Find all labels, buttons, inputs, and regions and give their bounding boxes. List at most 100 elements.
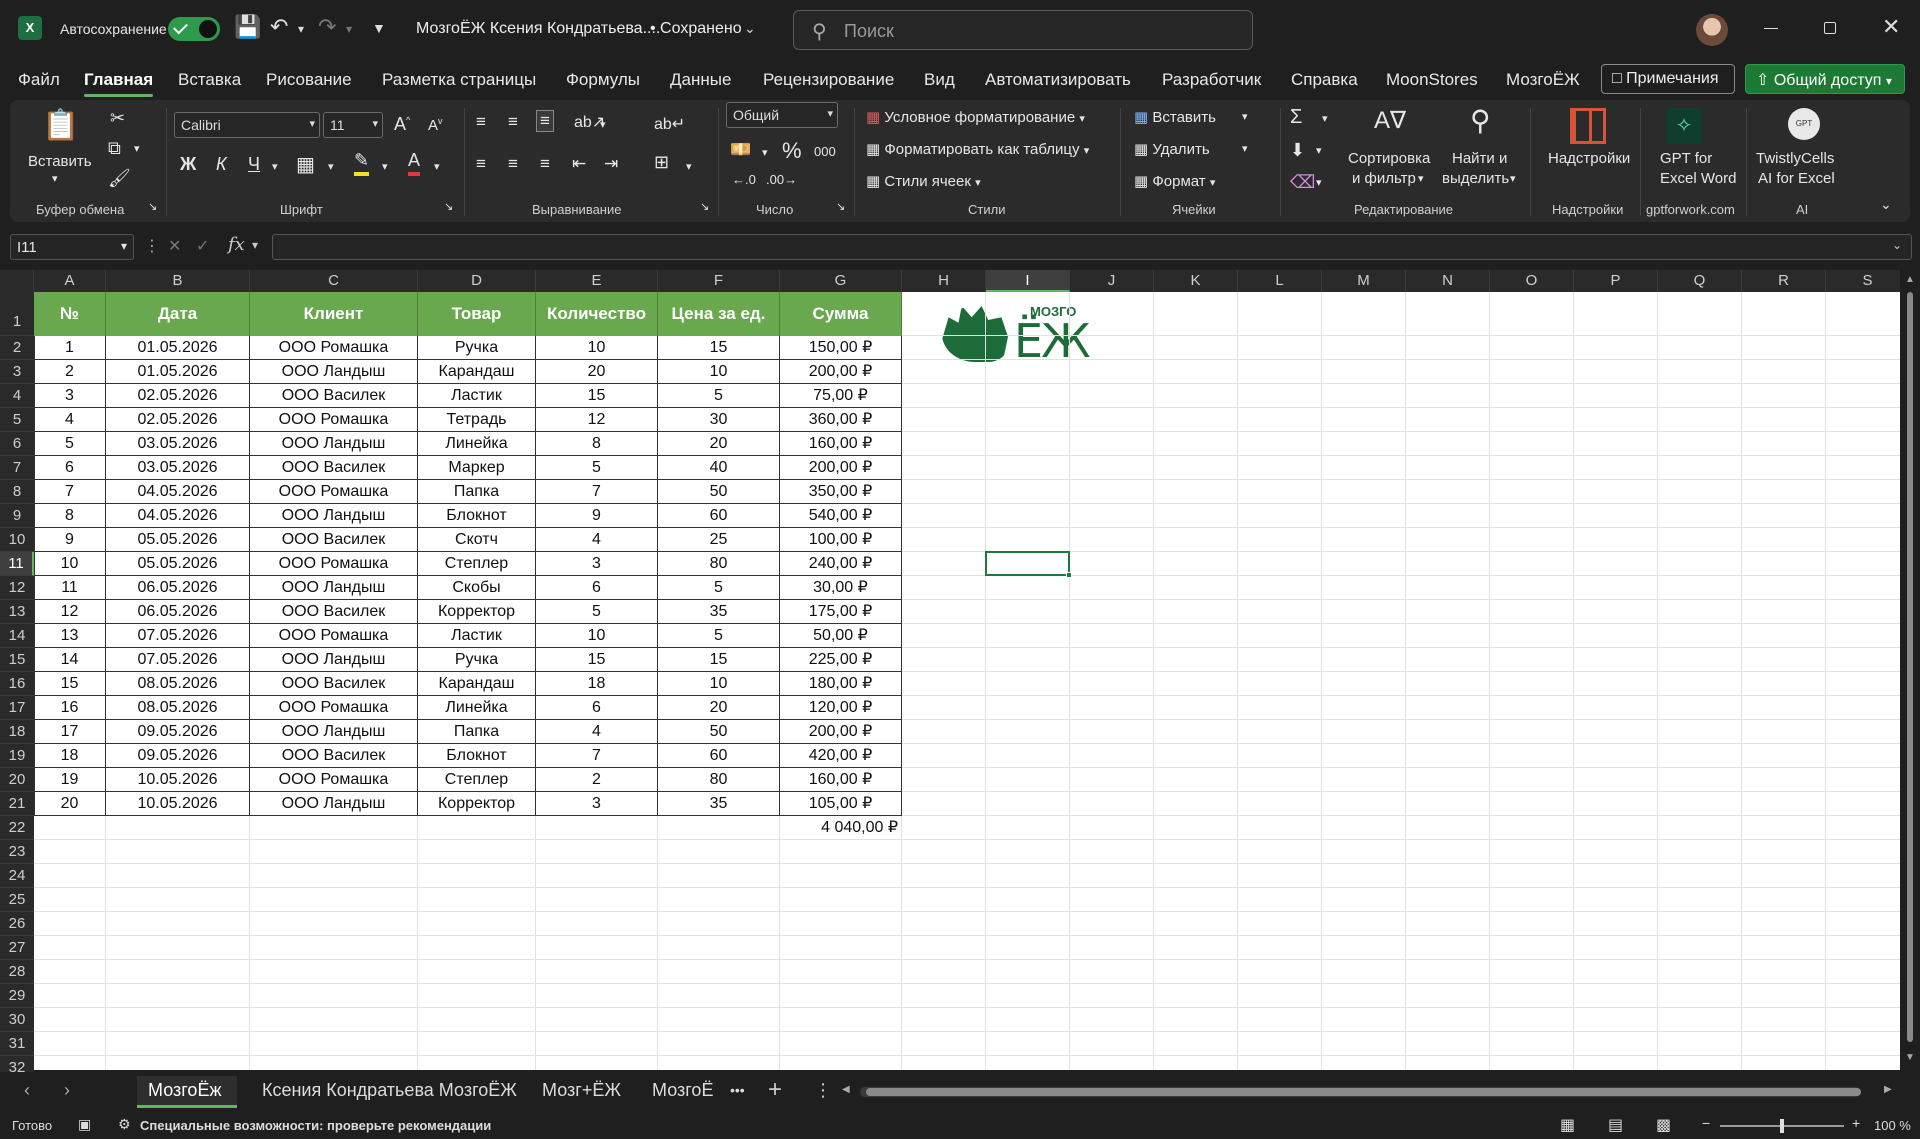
formula-input[interactable] [272, 234, 1912, 260]
addins-icon[interactable] [1570, 108, 1606, 144]
table-cell[interactable]: 09.05.2026 [106, 744, 250, 768]
table-cell[interactable]: 6 [536, 696, 658, 720]
table-cell[interactable]: 15 [658, 648, 780, 672]
table-cell[interactable]: 200,00 ₽ [780, 720, 902, 744]
thousands-button[interactable]: 000 [814, 144, 836, 159]
decrease-font-icon[interactable]: Av [428, 116, 443, 134]
format-painter-icon[interactable]: 🖌 [108, 168, 131, 189]
table-cell[interactable]: 15 [536, 384, 658, 408]
row-header[interactable]: 1 [0, 292, 34, 336]
table-cell[interactable]: 6 [34, 456, 106, 480]
vertical-scrollbar[interactable]: ▲ ▼ [1900, 270, 1920, 1070]
insert-dropdown-icon[interactable]: ▾ [1242, 110, 1248, 123]
zoom-out-icon[interactable]: − [1702, 1115, 1710, 1131]
table-cell[interactable]: Маркер [418, 456, 536, 480]
horizontal-scroll-thumb[interactable] [866, 1088, 1861, 1096]
font-color-dropdown-icon[interactable]: ▾ [434, 160, 440, 173]
table-header-cell[interactable]: № [34, 292, 106, 336]
table-cell[interactable]: 4 [536, 720, 658, 744]
table-cell[interactable]: ООО Ромашка [250, 696, 418, 720]
row-header[interactable]: 12 [0, 576, 34, 600]
expand-formula-icon[interactable]: ⌄ [1892, 238, 1902, 252]
table-cell[interactable]: 19 [34, 768, 106, 792]
column-header-h[interactable]: H [902, 270, 986, 292]
row-header[interactable]: 14 [0, 624, 34, 648]
zoom-slider-thumb[interactable] [1780, 1119, 1784, 1133]
table-cell[interactable]: ООО Ромашка [250, 624, 418, 648]
macro-record-icon[interactable]: ▣ [78, 1116, 91, 1133]
find-label-1[interactable]: Найти и [1452, 150, 1507, 167]
row-header[interactable]: 9 [0, 504, 34, 528]
fill-color-icon[interactable]: ✎ [354, 150, 370, 176]
table-cell[interactable]: 350,00 ₽ [780, 480, 902, 504]
table-cell[interactable]: 03.05.2026 [106, 456, 250, 480]
table-cell[interactable]: 04.05.2026 [106, 480, 250, 504]
menu-moonstores[interactable]: MoonStores [1386, 70, 1478, 90]
sort-dropdown-icon[interactable]: ▾ [1418, 172, 1424, 185]
column-header-m[interactable]: M [1322, 270, 1406, 292]
align-left-icon[interactable]: ≡ [476, 154, 486, 174]
menu-automate[interactable]: Автоматизировать [985, 70, 1131, 90]
customize-toolbar-icon[interactable]: ▼ [372, 20, 386, 36]
table-cell[interactable]: ООО Ландыш [250, 576, 418, 600]
clipboard-launcher-icon[interactable]: ↘ [148, 200, 157, 213]
table-cell[interactable]: 5 [34, 432, 106, 456]
table-cell[interactable]: 50,00 ₽ [780, 624, 902, 648]
sort-filter-label-1[interactable]: Сортировка [1348, 150, 1430, 167]
page-break-view-icon[interactable]: ▩ [1656, 1115, 1671, 1135]
next-sheet-icon[interactable]: › [64, 1080, 70, 1101]
table-cell[interactable]: ООО Василек [250, 456, 418, 480]
font-launcher-icon[interactable]: ↘ [444, 200, 453, 213]
undo-dropdown-icon[interactable]: ▾ [298, 22, 304, 36]
accessibility-status[interactable]: Специальные возможности: проверьте реком… [140, 1118, 491, 1133]
row-header[interactable]: 27 [0, 936, 34, 960]
table-cell[interactable]: Блокнот [418, 744, 536, 768]
table-cell[interactable]: ООО Ландыш [250, 720, 418, 744]
column-header-e[interactable]: E [536, 270, 658, 292]
row-header[interactable]: 18 [0, 720, 34, 744]
table-cell[interactable]: 225,00 ₽ [780, 648, 902, 672]
decrease-decimal-icon[interactable]: .00→ [766, 172, 797, 187]
table-cell[interactable]: 6 [536, 576, 658, 600]
table-cell[interactable]: ООО Ландыш [250, 792, 418, 816]
menu-insert[interactable]: Вставка [178, 70, 241, 90]
scroll-up-icon[interactable]: ▲ [1905, 274, 1915, 285]
avatar[interactable] [1696, 14, 1728, 46]
percent-button[interactable]: % [782, 138, 802, 164]
sort-filter-label-2[interactable]: и фильтр [1352, 170, 1416, 187]
table-cell[interactable]: 20 [658, 696, 780, 720]
table-header-cell[interactable]: Сумма [780, 292, 902, 336]
table-cell[interactable]: 14 [34, 648, 106, 672]
table-cell[interactable]: 9 [34, 528, 106, 552]
notes-button[interactable]: □ Примечания [1601, 64, 1735, 94]
column-header-j[interactable]: J [1070, 270, 1154, 292]
row-header[interactable]: 2 [0, 336, 34, 360]
page-layout-view-icon[interactable]: ▤ [1608, 1115, 1623, 1135]
align-middle-icon[interactable]: ≡ [508, 112, 518, 132]
table-cell[interactable]: 08.05.2026 [106, 672, 250, 696]
column-header-b[interactable]: B [106, 270, 250, 292]
row-header[interactable]: 22 [0, 816, 34, 840]
sheet-tab-mozgoe[interactable]: МозгоЁ [652, 1080, 713, 1101]
column-header-d[interactable]: D [418, 270, 536, 292]
saved-status[interactable]: • Сохранено [650, 20, 742, 38]
menu-formulas[interactable]: Формулы [566, 70, 640, 90]
table-cell[interactable]: 7 [34, 480, 106, 504]
table-cell[interactable]: 180,00 ₽ [780, 672, 902, 696]
menu-home[interactable]: Главная [84, 70, 154, 97]
table-cell[interactable]: 07.05.2026 [106, 648, 250, 672]
addins-button-label[interactable]: Надстройки [1548, 150, 1630, 167]
italic-button[interactable]: К [216, 154, 227, 175]
table-cell[interactable]: Папка [418, 720, 536, 744]
table-cell[interactable]: 06.05.2026 [106, 600, 250, 624]
table-cell[interactable]: 150,00 ₽ [780, 336, 902, 360]
increase-indent-icon[interactable]: ⇥ [604, 154, 618, 174]
table-cell[interactable]: 15 [536, 648, 658, 672]
delete-dropdown-icon[interactable]: ▾ [1242, 142, 1248, 155]
minimize-icon[interactable] [1764, 28, 1778, 29]
share-button[interactable]: ⇧ Общий доступ ▾ [1745, 64, 1905, 94]
twistly-label-2[interactable]: AI for Excel [1758, 170, 1835, 187]
restore-icon[interactable] [1824, 22, 1836, 34]
row-header[interactable]: 4 [0, 384, 34, 408]
hscroll-right-icon[interactable]: ▶ [1884, 1084, 1892, 1095]
